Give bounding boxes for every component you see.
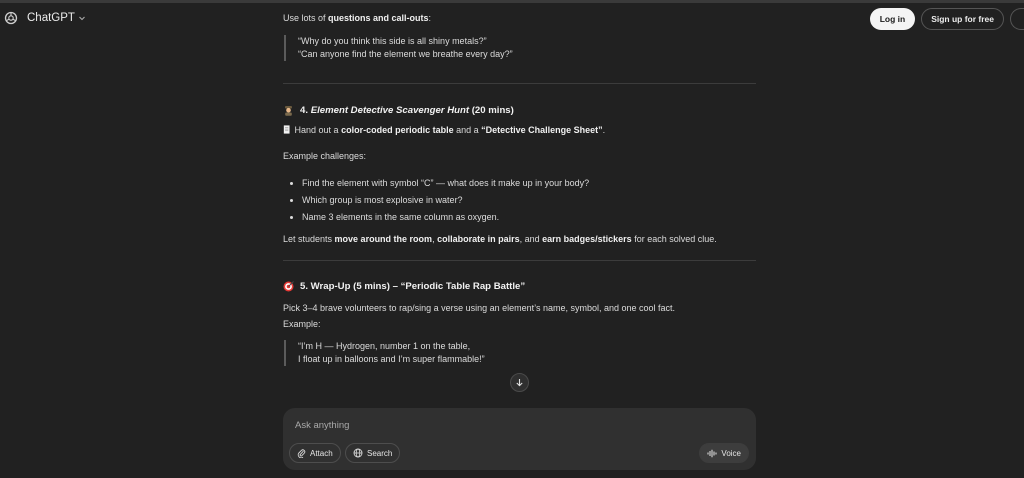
model-selector[interactable]: ChatGPT <box>4 11 86 25</box>
quote-line: I float up in balloons and I’m super fla… <box>298 354 485 364</box>
quote-line: “Why do you think this side is all shiny… <box>298 36 487 46</box>
intro-paragraph: Use lots of questions and call-outs: <box>283 13 432 23</box>
search-label: Search <box>367 448 393 458</box>
example-label: Example: <box>283 319 321 329</box>
list-item: Find the element with symbol “C” — what … <box>283 177 756 190</box>
openai-logo-icon <box>4 11 18 25</box>
voice-button[interactable]: Voice <box>699 443 749 463</box>
more-button[interactable] <box>1010 8 1024 30</box>
blockquote: “I’m H — Hydrogen, number 1 on the table… <box>284 340 756 366</box>
attach-button[interactable]: Attach <box>289 443 341 463</box>
attach-label: Attach <box>310 448 333 458</box>
wrapup-paragraph: Pick 3–4 brave volunteers to rap/sing a … <box>283 303 676 313</box>
arrow-down-icon <box>516 379 523 387</box>
paperclip-icon <box>297 449 306 458</box>
conversation-content: Use lots of questions and call-outs: “Wh… <box>283 12 756 366</box>
message-composer: Attach Search Voice <box>283 408 756 470</box>
quote-line: “Can anyone find the element we breathe … <box>298 49 513 59</box>
section-heading: 5. Wrap-Up (5 mins) – “Periodic Table Ra… <box>283 280 756 293</box>
globe-icon <box>353 448 363 458</box>
detective-emoji-icon <box>285 106 292 116</box>
handout-paragraph: Hand out a color-coded periodic table an… <box>283 124 756 137</box>
message-input[interactable] <box>295 418 735 432</box>
target-emoji-icon <box>283 281 294 292</box>
voice-label: Voice <box>721 448 741 458</box>
divider <box>283 260 756 261</box>
divider <box>283 83 756 84</box>
auth-buttons: Log in Sign up for free <box>869 8 1024 30</box>
quote-line: “I’m H — Hydrogen, number 1 on the table… <box>298 341 471 351</box>
list-item: Name 3 elements in the same column as ox… <box>283 211 756 224</box>
blockquote: “Why do you think this side is all shiny… <box>284 35 756 61</box>
page-emoji-icon <box>283 125 290 134</box>
closing-paragraph: Let students move around the room, colla… <box>283 234 717 244</box>
waveform-icon <box>707 449 717 457</box>
signup-button[interactable]: Sign up for free <box>921 8 1004 30</box>
search-button[interactable]: Search <box>345 443 401 463</box>
login-button[interactable]: Log in <box>869 8 916 30</box>
section-heading: 4. Element Detective Scavenger Hunt (20 … <box>283 104 756 117</box>
bullet-list: Find the element with symbol “C” — what … <box>283 177 756 224</box>
scroll-to-bottom-button[interactable] <box>510 373 529 392</box>
chevron-down-icon <box>79 16 85 21</box>
app-name: ChatGPT <box>27 12 75 24</box>
list-item: Which group is most explosive in water? <box>283 194 756 207</box>
examples-label: Example challenges: <box>283 151 367 161</box>
top-border <box>0 0 1024 3</box>
